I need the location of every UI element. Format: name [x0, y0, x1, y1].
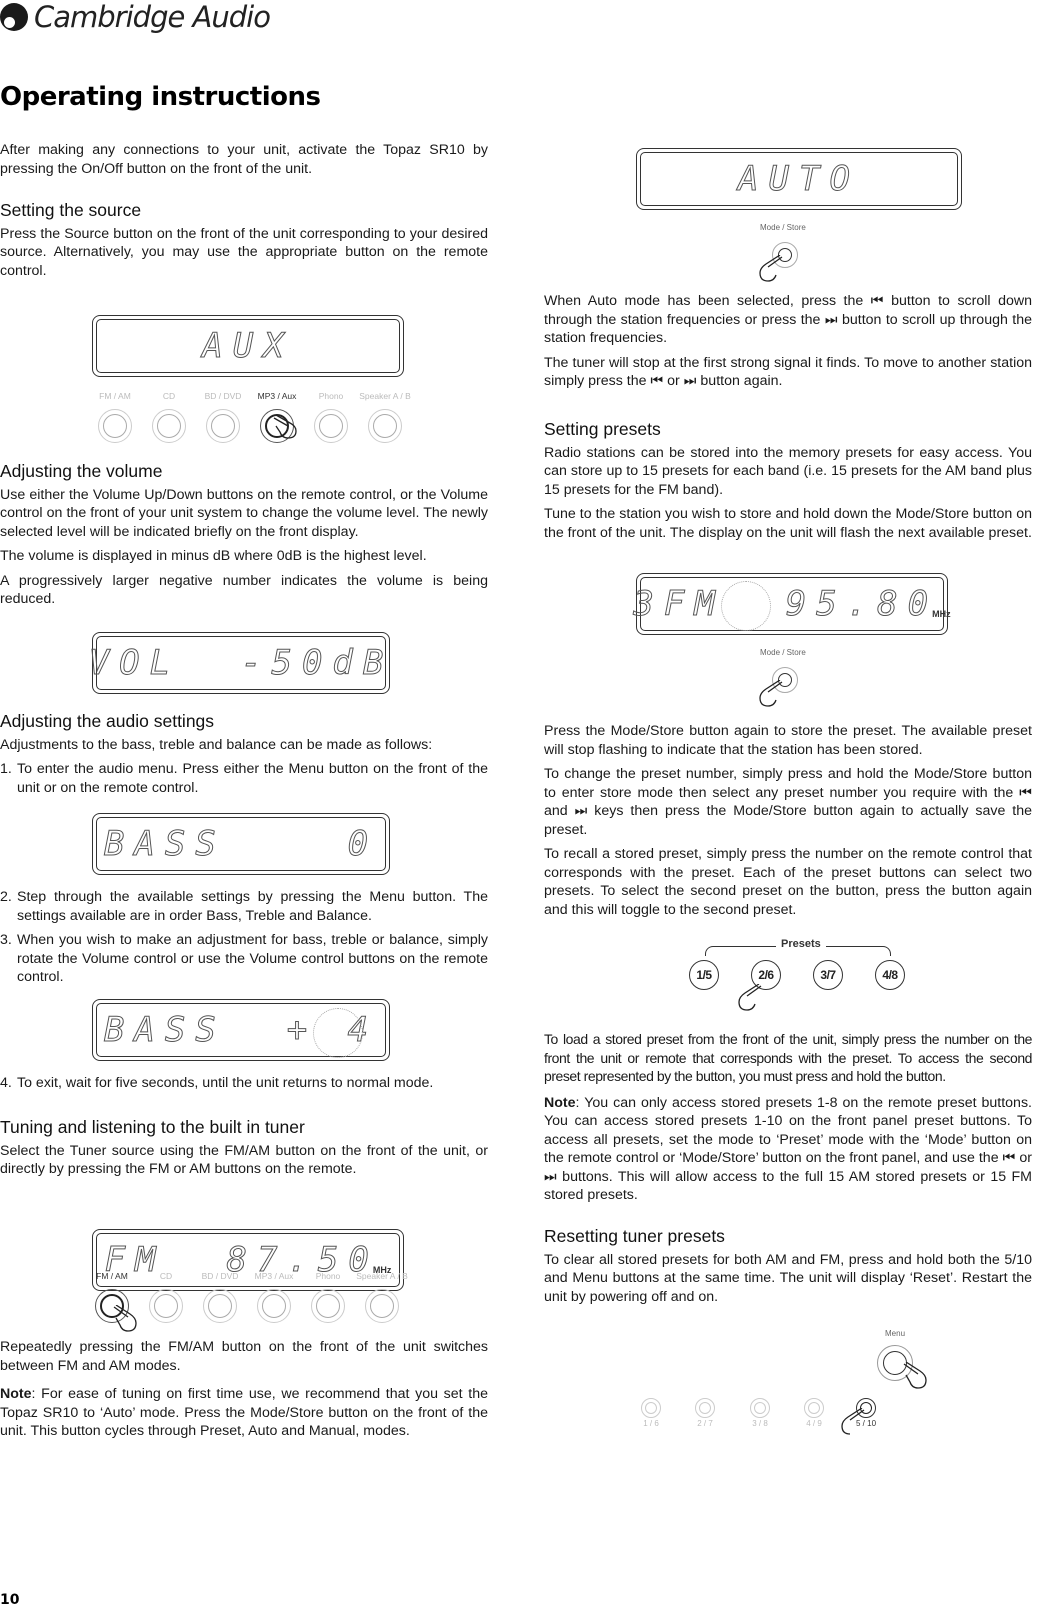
source-button-mp3-aux[interactable]: MP3 / Aux — [247, 1271, 301, 1323]
lcd-display-bass-0: BASS 0 — [92, 813, 390, 875]
brand-logo: Cambridge Audio — [0, 0, 271, 34]
section-resetting-presets: Resetting tuner presets To clear all sto… — [544, 1227, 1032, 1306]
presets-text-3: Press the Mode/Store button again to sto… — [544, 723, 1032, 758]
presets-group-label: Presets — [776, 938, 826, 950]
source-button-bd-dvd[interactable]: BD / DVD — [196, 391, 250, 443]
lcd-display-auto: AUTO — [636, 148, 962, 210]
mode-store-label: Mode / Store — [760, 223, 806, 232]
presets-text-5: To recall a stored preset, simply press … — [544, 846, 1032, 918]
list-item: 2. Step through the available settings by… — [0, 889, 488, 924]
presets-text-1: Radio stations can be stored into the me… — [544, 444, 1032, 498]
source-button-speaker-ab[interactable]: Speaker A / B — [355, 1271, 409, 1323]
presets-load-text: To load a stored preset from the front o… — [544, 1030, 1032, 1205]
page-title: Operating instructions — [0, 82, 321, 112]
reset-text: To clear all stored presets for both AM … — [544, 1251, 1032, 1305]
cambridge-audio-logo-icon — [0, 3, 28, 31]
presets-text-4: To change the preset number, simply pres… — [544, 766, 1032, 838]
section-adjusting-volume: Adjusting the volume Use either the Volu… — [0, 462, 488, 609]
pointing-hand-icon — [902, 1361, 932, 1390]
lcd-display-volume: VOL -50dB — [88, 632, 390, 694]
heading-resetting-presets: Resetting tuner presets — [544, 1226, 725, 1246]
lcd-text: FM 95.80 — [663, 584, 939, 625]
auto-text-2: The tuner will stop at the first strong … — [544, 354, 1032, 390]
lcd-text: BASS 0 — [103, 824, 379, 865]
lcd-text: AUX — [202, 326, 294, 367]
source-button-cd[interactable]: CD — [142, 391, 196, 443]
audio-settings-intro: Adjustments to the bass, treble and bala… — [0, 736, 433, 753]
pointing-hand-icon — [754, 679, 784, 708]
menu-label: Menu — [885, 1329, 906, 1338]
lcd-text: VOL -50dB — [88, 643, 394, 684]
volume-text-1: Use either the Volume Up/Down buttons on… — [0, 486, 488, 540]
intro-paragraph: After making any connections to your uni… — [0, 141, 488, 178]
mode-store-label: Mode / Store — [760, 648, 806, 657]
presets-text-2: Tune to the station you wish to store an… — [544, 506, 1032, 541]
presets-instructions: Press the Mode/Store button again to sto… — [544, 722, 1032, 919]
number-button-1-6[interactable]: 1 / 6 — [641, 1398, 661, 1428]
pointing-hand-icon — [733, 983, 763, 1012]
list-item: 1. To enter the audio menu. Press either … — [0, 761, 488, 796]
preset-button-4-8[interactable]: 4/8 — [875, 960, 905, 990]
note-label: Note — [0, 1386, 32, 1402]
heading-audio-settings: Adjusting the audio settings — [0, 711, 215, 731]
auto-text-1: When Auto mode has been selected, press … — [544, 293, 1032, 346]
section-setting-source: Setting the source Press the Source butt… — [0, 201, 488, 280]
source-button-row: FM / AM CD BD / DVD MP3 / Aux Phono Spea… — [88, 391, 412, 443]
audio-steps-2-3: 2. Step through the available settings by… — [0, 888, 488, 987]
heading-adjusting-volume: Adjusting the volume — [0, 461, 163, 481]
pointing-hand-icon — [836, 1407, 866, 1436]
preset-button-3-7[interactable]: 3/7 — [813, 960, 843, 990]
source-button-speaker-ab[interactable]: Speaker A / B — [358, 391, 412, 443]
section-tuner: Tuning and listening to the built in tun… — [0, 1118, 488, 1179]
intro-text: After making any connections to your uni… — [0, 142, 488, 177]
pointing-hand-icon — [272, 412, 302, 440]
source-button-bd-dvd[interactable]: BD / DVD — [193, 1271, 247, 1323]
lcd-display-bass-4: BASS + 4 — [92, 999, 390, 1061]
tuner-text-2: Repeatedly pressing the FM/AM button on … — [0, 1339, 488, 1374]
pointing-hand-icon — [754, 254, 784, 283]
number-button-4-9[interactable]: 4 / 9 — [804, 1398, 824, 1428]
page-number: 10 — [0, 1592, 20, 1608]
flashing-indicator — [721, 581, 771, 631]
lcd-display-preset: 3 FM 95.80 MHz — [633, 573, 951, 635]
source-button-cd[interactable]: CD — [139, 1271, 193, 1323]
tuner-notes: Repeatedly pressing the FM/AM button on … — [0, 1338, 488, 1441]
tuner-note: Note: For ease of tuning on first time u… — [0, 1386, 488, 1439]
brand-name: Cambridge Audio — [34, 0, 271, 34]
number-button-3-8[interactable]: 3 / 8 — [750, 1398, 770, 1428]
audio-step-4: 4. To exit, wait for five seconds, until … — [0, 1074, 488, 1093]
heading-tuner: Tuning and listening to the built in tun… — [0, 1117, 305, 1137]
auto-mode-text: When Auto mode has been selected, press … — [544, 292, 1032, 391]
source-button-phono[interactable]: Phono — [304, 391, 358, 443]
number-button-2-7[interactable]: 2 / 7 — [695, 1398, 715, 1428]
section-setting-presets: Setting presets Radio stations can be st… — [544, 420, 1032, 542]
mhz-unit: MHz — [932, 609, 951, 619]
tuner-text: Select the Tuner source using the FM/AM … — [0, 1142, 488, 1178]
heading-setting-source: Setting the source — [0, 200, 142, 220]
source-button-fm-am[interactable]: FM / AM — [88, 391, 142, 443]
setting-source-text: Press the Source button on the front of … — [0, 225, 488, 279]
volume-text-2: The volume is displayed in minus dB wher… — [0, 548, 427, 564]
section-audio-settings: Adjusting the audio settings Adjustments… — [0, 712, 488, 797]
heading-setting-presets: Setting presets — [544, 419, 661, 439]
list-item: 4. To exit, wait for five seconds, until … — [0, 1075, 434, 1091]
pointing-hand-icon — [112, 1304, 142, 1333]
source-button-phono[interactable]: Phono — [301, 1271, 355, 1323]
lcd-text: AUTO — [738, 159, 860, 200]
list-item: 3. When you wish to make an adjustment fo… — [0, 932, 488, 985]
preset-button-1-5[interactable]: 1/5 — [689, 960, 719, 990]
flashing-indicator — [313, 1008, 363, 1058]
lcd-preset-number: 3 — [633, 584, 664, 625]
presets-note: Note: You can only access stored presets… — [544, 1094, 1032, 1204]
note-label: Note — [544, 1094, 576, 1111]
lcd-display-aux: AUX — [92, 315, 404, 377]
presets-text-6: To load a stored preset from the front o… — [544, 1031, 1032, 1084]
volume-text-3: A progressively larger negative number i… — [0, 572, 488, 608]
